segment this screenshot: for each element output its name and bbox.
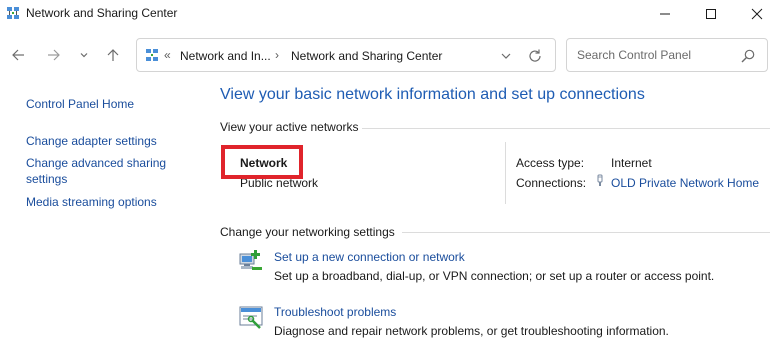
access-type-value: Internet <box>611 156 652 170</box>
vertical-divider <box>505 142 506 204</box>
refresh-icon[interactable] <box>527 48 543 64</box>
sidebar-item-label-line-2: settings <box>26 172 68 186</box>
section-divider <box>362 128 770 129</box>
connection-link[interactable]: OLD Private Network Home <box>611 176 759 190</box>
setup-connection-description: Set up a broadband, dial-up, or VPN conn… <box>274 269 715 283</box>
troubleshoot-icon <box>239 306 263 329</box>
highlight-annotation <box>221 145 303 179</box>
connections-label: Connections: <box>516 176 587 190</box>
search-box[interactable] <box>566 38 768 72</box>
network-app-icon <box>7 7 19 19</box>
sidebar-item-label-line-1: Change advanced sharing <box>26 156 167 170</box>
troubleshoot-link[interactable]: Troubleshoot problems <box>274 305 396 319</box>
recent-locations-button[interactable] <box>74 45 94 65</box>
setup-connection-link[interactable]: Set up a new connection or network <box>274 250 465 264</box>
connection-adapter-icon <box>597 174 603 186</box>
maximize-icon <box>706 9 716 19</box>
close-button[interactable] <box>734 0 780 28</box>
page-title: View your basic network information and … <box>220 86 645 103</box>
back-button[interactable] <box>8 45 28 65</box>
sidebar-item-change-adapter-settings[interactable]: Change adapter settings <box>26 133 157 149</box>
forward-button[interactable] <box>44 45 64 65</box>
address-bar[interactable]: « Network and In... › Network and Sharin… <box>136 38 556 72</box>
section-divider <box>402 232 770 233</box>
troubleshoot-description: Diagnose and repair network problems, or… <box>274 324 669 338</box>
network-location-icon <box>146 49 158 61</box>
arrow-up-icon <box>107 49 119 61</box>
window-title: Network and Sharing Center <box>26 6 178 20</box>
title-bar: Network and Sharing Center <box>0 0 780 28</box>
access-type-label: Access type: <box>516 156 585 170</box>
breadcrumb-network-sharing-center[interactable]: Network and Sharing Center <box>291 49 442 63</box>
close-icon <box>751 8 763 20</box>
search-input[interactable] <box>568 40 738 70</box>
arrow-right-icon <box>48 49 60 61</box>
up-button[interactable] <box>103 45 123 65</box>
address-dropdown-icon[interactable] <box>499 49 513 63</box>
sidebar-item-control-panel-home[interactable]: Control Panel Home <box>26 96 134 112</box>
new-connection-icon <box>239 250 262 270</box>
breadcrumb-network-internet[interactable]: Network and In... <box>180 49 271 63</box>
sidebar-item-change-advanced-sharing-settings[interactable]: Change advanced sharing settings <box>26 155 166 187</box>
active-networks-heading: View your active networks <box>220 120 359 134</box>
chevron-down-icon <box>80 53 88 58</box>
breadcrumb-overflow-button[interactable]: « <box>164 48 171 62</box>
maximize-button[interactable] <box>688 0 734 28</box>
search-icon[interactable] <box>740 48 756 64</box>
navigation-bar: « Network and In... › Network and Sharin… <box>0 36 780 74</box>
minimize-button[interactable] <box>642 0 688 28</box>
change-settings-heading: Change your networking settings <box>220 225 395 239</box>
arrow-left-icon <box>12 49 24 61</box>
breadcrumb-separator[interactable]: › <box>275 48 279 62</box>
sidebar-item-media-streaming-options[interactable]: Media streaming options <box>26 194 157 210</box>
minimize-icon <box>660 13 670 15</box>
